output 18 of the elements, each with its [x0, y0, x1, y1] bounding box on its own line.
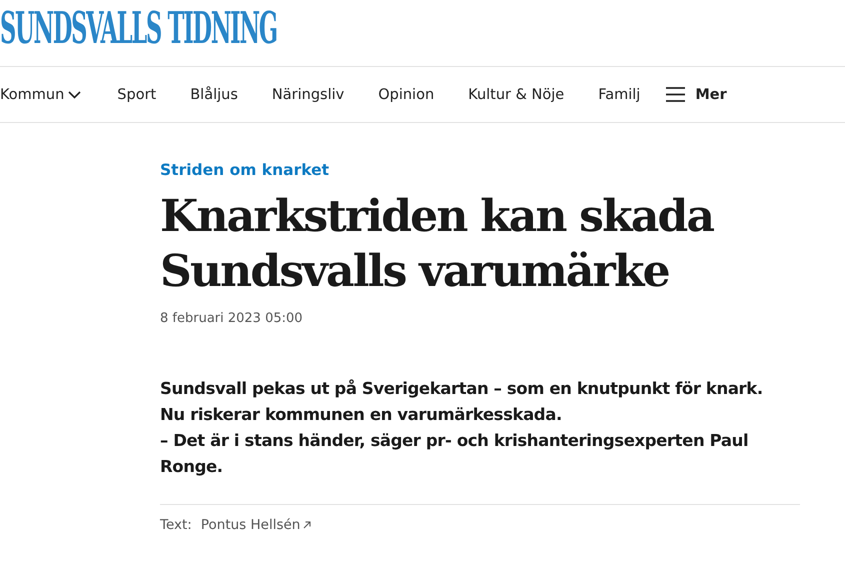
- external-arrow-icon: [303, 521, 312, 529]
- nav-link[interactable]: Kultur & Nöje: [468, 86, 564, 102]
- author-link[interactable]: Pontus Hellsén: [200, 517, 312, 533]
- article-headline: Knarkstriden kan skada Sundsvalls varumärke: [160, 190, 715, 299]
- nav-link[interactable]: Familj: [598, 86, 640, 102]
- nav-link[interactable]: Näringsliv: [272, 86, 344, 102]
- menu-button[interactable]: Mer: [666, 86, 727, 102]
- lead-paragraph: Sundsvall pekas ut på Sverigekartan – som en knutpunkt för knark. Nu riskerar kommunen en varumärkesskada. – Det är i stans händer, säger pr- och krishanteringsexperten Paul Ronge.: [160, 378, 764, 478]
- nav-link[interactable]: Blåljus: [190, 86, 238, 102]
- byline-label: Text:: [160, 517, 192, 533]
- nav-link[interactable]: Sport: [117, 86, 156, 102]
- publish-date: 8 februari 2023 05:00: [160, 311, 304, 326]
- site-logo[interactable]: SUNDSVALLS TIDNING: [0, 6, 277, 50]
- nav-dropdown[interactable]: Kommun: [0, 86, 82, 102]
- nav-link[interactable]: Opinion: [378, 86, 434, 102]
- topic-link[interactable]: Striden om knarket: [160, 161, 800, 179]
- chevron-down-icon: [68, 90, 82, 98]
- menu-icon: [666, 87, 686, 102]
